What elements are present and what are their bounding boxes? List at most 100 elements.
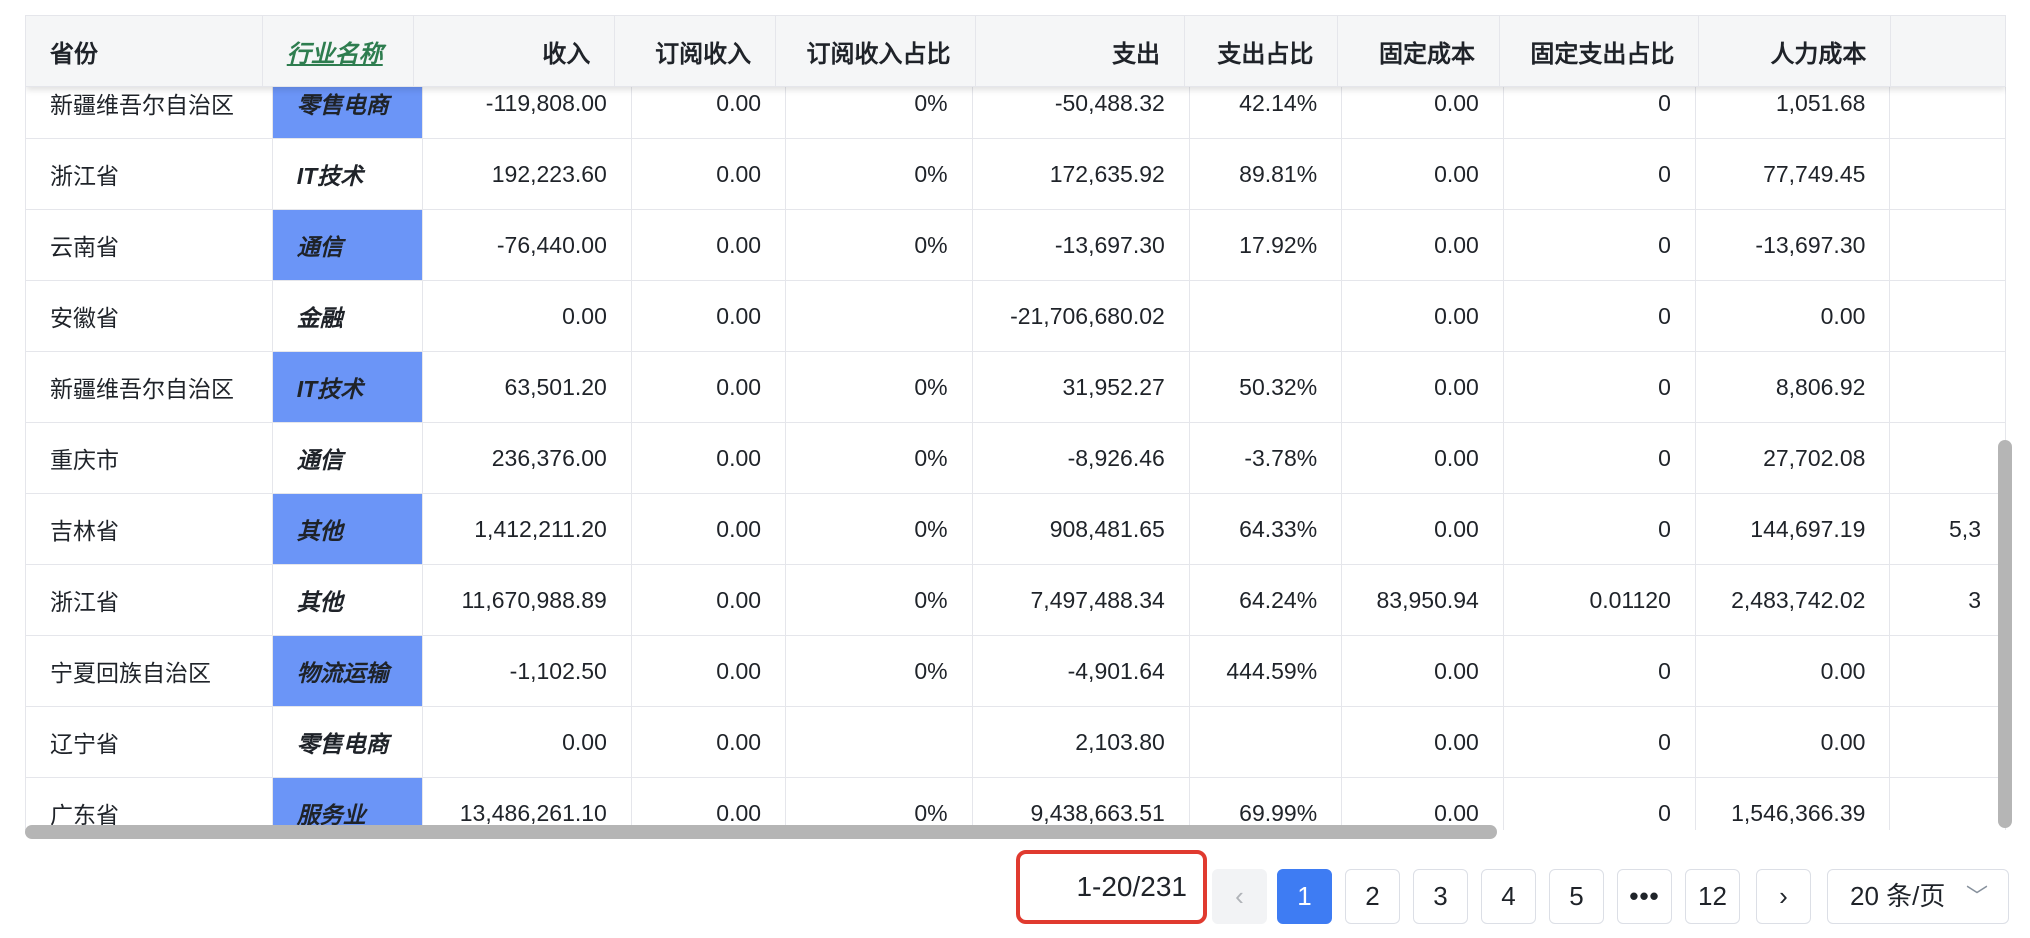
cell-sub-income: 0.00: [631, 280, 787, 352]
cell-fixed-ratio: 0: [1503, 209, 1696, 281]
cell-fixed-cost: 0.00: [1341, 138, 1504, 210]
cell-industry: 服务业: [272, 777, 424, 830]
table-row[interactable]: 广东省 服务业 13,486,261.10 0.00 0% 9,438,663.51 69.…: [26, 777, 2006, 830]
table-row[interactable]: 宁夏回族自治区 物流运输 -1,102.50 0.00 0% -4,901.64 444.5…: [26, 635, 2006, 707]
page-button-3[interactable]: 3: [1413, 869, 1468, 924]
table-body: 新疆维吾尔自治区 零售电商 -119,808.00 0.00 0% -50,488.32 4…: [26, 68, 2006, 830]
cell-expense: 31,952.27: [972, 351, 1190, 423]
cell-sub-ratio: [785, 706, 973, 778]
cell-sub-income: 0.00: [631, 209, 787, 281]
cell-labor-cost: -13,697.30: [1695, 209, 1891, 281]
chevron-down-icon: ﹀: [1965, 884, 1988, 909]
cell-industry: 物流运输: [272, 635, 424, 707]
column-header-industry-sort[interactable]: 行业名称: [262, 15, 415, 87]
page-button-1[interactable]: 1: [1277, 869, 1332, 924]
cell-sub-ratio: 0%: [785, 564, 973, 636]
table-row[interactable]: 辽宁省 零售电商 0.00 0.00 2,103.80 0.00 0 0.00: [26, 706, 2006, 778]
pagination-total: 1-20/231: [1016, 850, 1207, 924]
cell-fixed-cost: 0.00: [1341, 706, 1504, 778]
cell-sub-income: 0.00: [631, 635, 787, 707]
cell-province: 浙江省: [26, 564, 273, 636]
cell-expense: -13,697.30: [972, 209, 1190, 281]
table-row[interactable]: 吉林省 其他 1,412,211.20 0.00 0% 908,481.65 64.33% 0…: [26, 493, 2006, 565]
cell-industry: 零售电商: [272, 706, 424, 778]
cell-labor-cost: 8,806.92: [1695, 351, 1891, 423]
cell-expense: -21,706,680.02: [972, 280, 1190, 352]
cell-fixed-ratio: 0: [1503, 280, 1696, 352]
cell-expense-ratio: -3.78%: [1189, 422, 1343, 494]
prev-page-button[interactable]: ‹: [1212, 869, 1267, 924]
cell-sub-ratio: [785, 280, 973, 352]
table-row[interactable]: 安徽省 金融 0.00 0.00 -21,706,680.02 0.00 0 0.00: [26, 280, 2006, 352]
cell-labor-cost: 27,702.08: [1695, 422, 1891, 494]
cell-sub-income: 0.00: [631, 138, 787, 210]
table-row[interactable]: 浙江省 IT技术 192,223.60 0.00 0% 172,635.92 89.81% 0…: [26, 138, 2006, 210]
table-row[interactable]: 云南省 通信 -76,440.00 0.00 0% -13,697.30 17.92% 0.0…: [26, 209, 2006, 281]
cell-fixed-cost: 0.00: [1341, 351, 1504, 423]
page-button-5[interactable]: 5: [1549, 869, 1604, 924]
cell-income: 0.00: [422, 706, 632, 778]
cell-expense-ratio: [1189, 706, 1343, 778]
cell-province: 安徽省: [26, 280, 273, 352]
cell-labor-cost: 77,749.45: [1695, 138, 1891, 210]
cell-expense-ratio: 444.59%: [1189, 635, 1343, 707]
page-button-4[interactable]: 4: [1481, 869, 1536, 924]
cell-income: 11,670,988.89: [422, 564, 632, 636]
cell-fixed-cost: 0.00: [1341, 209, 1504, 281]
cell-province: 宁夏回族自治区: [26, 635, 273, 707]
cell-province: 新疆维吾尔自治区: [26, 351, 273, 423]
cell-sub-ratio: 0%: [785, 777, 973, 830]
cell-expense-ratio: 64.33%: [1189, 493, 1343, 565]
cell-sub-income: 0.00: [631, 706, 787, 778]
chevron-right-icon: ›: [1779, 881, 1788, 911]
column-header: 订阅收入: [614, 15, 777, 87]
cell-expense: -8,926.46: [972, 422, 1190, 494]
page-button-2[interactable]: 2: [1345, 869, 1400, 924]
page-button-12[interactable]: 12: [1685, 869, 1740, 924]
cell-extra: [1889, 351, 2006, 423]
column-header: 人力成本: [1698, 15, 1892, 87]
cell-fixed-ratio: 0: [1503, 138, 1696, 210]
cell-sub-ratio: 0%: [785, 422, 973, 494]
data-table-viewport[interactable]: 省份 行业名称 收入 订阅收入 订阅收入占比 支出 支出占比 固定成本 固定支出占比 人力成本 新…: [25, 15, 2006, 830]
cell-labor-cost: 0.00: [1695, 635, 1891, 707]
table-row[interactable]: 新疆维吾尔自治区 IT技术 63,501.20 0.00 0% 31,952.27 50.3…: [26, 351, 2006, 423]
cell-province: 云南省: [26, 209, 273, 281]
cell-expense: 908,481.65: [972, 493, 1190, 565]
column-header: [1890, 15, 2006, 87]
cell-fixed-ratio: 0: [1503, 706, 1696, 778]
column-header: 省份: [26, 15, 263, 87]
vertical-scrollbar[interactable]: [1998, 440, 2012, 828]
page-ellipsis[interactable]: •••: [1617, 869, 1672, 924]
page-size-select[interactable]: 20 条/页 ﹀: [1827, 869, 2009, 924]
cell-extra: 5,3: [1889, 493, 2006, 565]
column-header: 收入: [413, 15, 616, 87]
cell-fixed-cost: 83,950.94: [1341, 564, 1504, 636]
cell-industry: 金融: [272, 280, 424, 352]
horizontal-scrollbar[interactable]: [25, 825, 1497, 839]
cell-fixed-cost: 0.00: [1341, 280, 1504, 352]
table-row[interactable]: 浙江省 其他 11,670,988.89 0.00 0% 7,497,488.34 64.2…: [26, 564, 2006, 636]
table-row[interactable]: 重庆市 通信 236,376.00 0.00 0% -8,926.46 -3.78% 0.00…: [26, 422, 2006, 494]
chevron-left-icon: ‹: [1235, 881, 1244, 911]
cell-industry: 通信: [272, 422, 424, 494]
cell-sub-income: 0.00: [631, 564, 787, 636]
cell-sub-income: 0.00: [631, 351, 787, 423]
cell-extra: [1889, 777, 2006, 830]
cell-fixed-cost: 0.00: [1341, 422, 1504, 494]
cell-province: 浙江省: [26, 138, 273, 210]
cell-province: 广东省: [26, 777, 273, 830]
cell-expense-ratio: 17.92%: [1189, 209, 1343, 281]
cell-expense: 172,635.92: [972, 138, 1190, 210]
cell-expense-ratio: 69.99%: [1189, 777, 1343, 830]
cell-fixed-ratio: 0: [1503, 777, 1696, 830]
cell-expense-ratio: [1189, 280, 1343, 352]
column-header: 固定成本: [1337, 15, 1500, 87]
next-page-button[interactable]: ›: [1756, 869, 1811, 924]
cell-income: 236,376.00: [422, 422, 632, 494]
cell-sub-income: 0.00: [631, 493, 787, 565]
cell-fixed-ratio: 0: [1503, 493, 1696, 565]
cell-labor-cost: 144,697.19: [1695, 493, 1891, 565]
column-header: 固定支出占比: [1499, 15, 1700, 87]
table-header: 省份 行业名称 收入 订阅收入 订阅收入占比 支出 支出占比 固定成本 固定支出占比 人力成本: [26, 15, 2006, 87]
